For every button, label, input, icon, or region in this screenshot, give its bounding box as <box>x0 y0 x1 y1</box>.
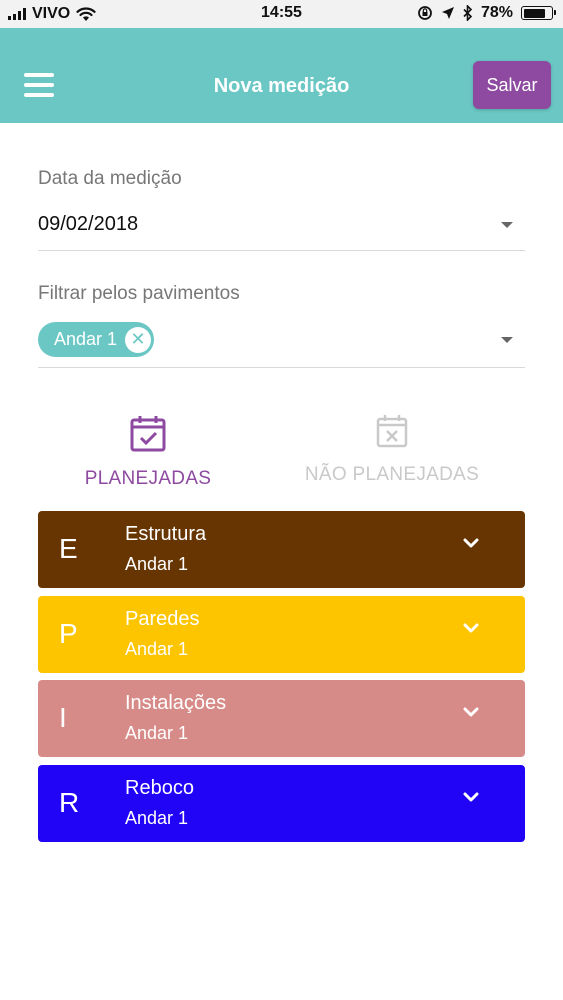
tab-planejadas-label: PLANEJADAS <box>84 468 212 489</box>
calendar-x-icon <box>376 415 408 448</box>
date-field-value[interactable]: 09/02/2018 <box>38 213 138 236</box>
card-title: Reboco <box>125 777 194 799</box>
card-title: Estrutura <box>125 523 207 545</box>
status-bar: VIVO 14:55 78% <box>0 0 563 28</box>
card-reboco[interactable]: R Reboco Andar 1 <box>38 765 525 842</box>
floor-chip-label: Andar 1 <box>54 329 118 349</box>
card-title: Instalações <box>125 692 227 714</box>
card-instalacoes[interactable]: I Instalações Andar 1 <box>38 680 525 757</box>
floor-filter-label: Filtrar pelos pavimentos <box>38 283 240 304</box>
tab-nao-planejadas[interactable]: NÃO PLANEJADAS <box>277 414 507 494</box>
chevron-down-icon[interactable] <box>463 706 479 718</box>
chevron-down-icon[interactable] <box>463 537 479 549</box>
floor-dropdown-icon[interactable] <box>501 337 513 343</box>
date-field-underline <box>38 250 525 251</box>
battery-level <box>523 8 545 18</box>
card-paredes[interactable]: P Paredes Andar 1 <box>38 596 525 673</box>
date-field-label: Data da medição <box>38 168 182 189</box>
app-bar: Nova medição Salvar <box>0 28 563 123</box>
card-subtitle: Andar 1 <box>125 723 189 743</box>
card-subtitle: Andar 1 <box>125 808 189 828</box>
card-subtitle: Andar 1 <box>125 554 189 574</box>
card-estrutura[interactable]: E Estrutura Andar 1 <box>38 511 525 588</box>
floor-chip[interactable]: Andar 1 ✕ <box>38 322 155 357</box>
calendar-check-icon <box>130 416 166 452</box>
battery-icon <box>521 6 556 20</box>
location-icon <box>441 7 454 19</box>
chevron-down-icon[interactable] <box>463 791 479 803</box>
lock-rotation-icon <box>418 6 432 20</box>
card-letter: E <box>59 533 78 564</box>
floor-field-underline <box>38 367 525 368</box>
card-letter: R <box>59 787 80 818</box>
tab-planejadas[interactable]: PLANEJADAS <box>33 414 263 494</box>
battery-percent: 78% <box>480 4 513 21</box>
card-letter: P <box>59 618 78 649</box>
card-title: Paredes <box>125 608 200 630</box>
status-right: 78% <box>417 4 556 22</box>
tab-nao-planejadas-label: NÃO PLANEJADAS <box>304 464 480 485</box>
card-letter: I <box>59 702 67 733</box>
remove-chip-icon[interactable]: ✕ <box>125 326 152 353</box>
save-button[interactable]: Salvar <box>473 61 551 109</box>
date-dropdown-icon[interactable] <box>501 222 513 228</box>
card-subtitle: Andar 1 <box>125 639 189 659</box>
bluetooth-icon <box>463 5 473 21</box>
chevron-down-icon[interactable] <box>463 622 479 634</box>
